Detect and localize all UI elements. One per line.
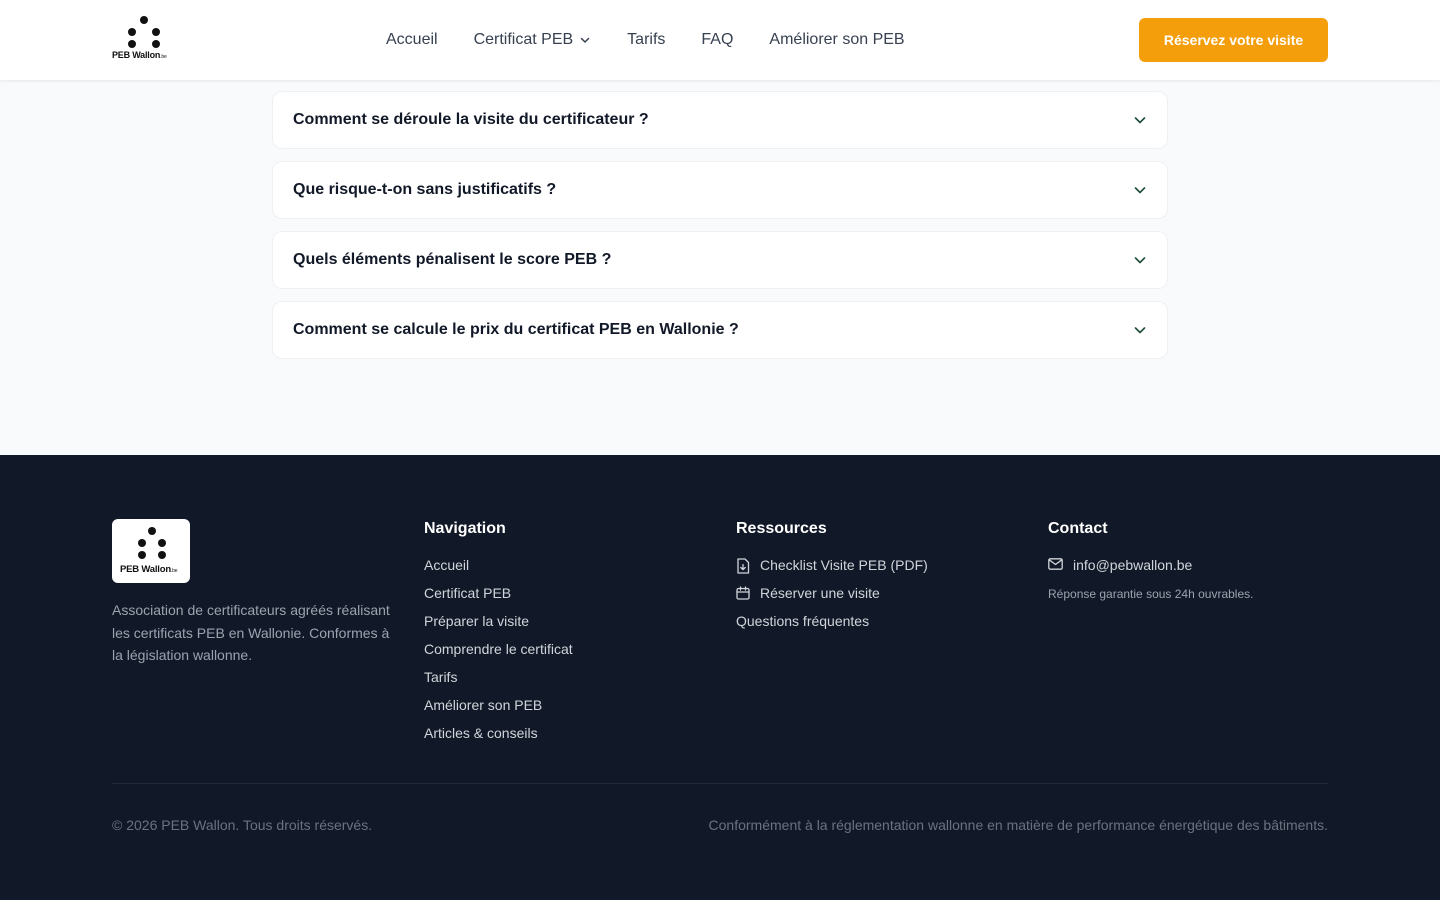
footer-contact: Contact info@pebwallon.be Réponse garant… [1048,519,1253,601]
nav-item-ameliorer-peb[interactable]: Améliorer son PEB [769,31,904,49]
footer-link-faq[interactable]: Questions fréquentes [736,611,928,639]
footer-link[interactable]: Accueil [424,555,573,583]
nav-item-faq[interactable]: FAQ [701,31,733,49]
footer-navigation: Navigation Accueil Certificat PEB Prépar… [424,519,573,751]
chevron-down-icon [1134,327,1146,334]
footer-legal: Conformément à la réglementation wallonn… [708,817,1328,833]
chevron-down-icon [1134,257,1146,264]
main-nav: Accueil Certificat PEB Tarifs FAQ Amélio… [386,0,941,80]
footer-link-label: Réserver une visite [760,585,880,601]
footer-divider [112,783,1328,784]
calendar-icon [736,586,750,600]
footer-link[interactable]: Certificat PEB [424,583,573,611]
footer-email-link[interactable]: info@pebwallon.be [1048,555,1253,583]
footer-about: Association de certificateurs agréés réa… [112,602,390,663]
footer-copyright: © 2026 PEB Wallon. Tous droits réservés. [112,817,373,833]
faq-item[interactable]: Comment se calcule le prix du certificat… [272,301,1168,359]
nav-item-tarifs[interactable]: Tarifs [627,31,665,49]
logo-dots-icon [136,527,168,559]
footer-heading: Contact [1048,520,1108,537]
chevron-down-icon [1134,117,1146,124]
faq-question: Comment se calcule le prix du certificat… [293,321,739,338]
footer-heading: Ressources [736,520,827,537]
nav-item-certificat-peb[interactable]: Certificat PEB [474,31,592,49]
footer-link-checklist[interactable]: Checklist Visite PEB (PDF) [736,555,928,583]
footer-link[interactable]: Tarifs [424,667,573,695]
faq-item[interactable]: Comment se déroule la visite du certific… [272,91,1168,149]
mail-icon [1048,558,1063,570]
nav-label: Tarifs [627,31,666,48]
site-header: PEB Wallon.be Accueil Certificat PEB Tar… [0,0,1440,80]
footer-link-book-visit[interactable]: Réserver une visite [736,583,928,611]
logo-wordmark: PEB Wallon.be [112,50,167,60]
nav-item-accueil[interactable]: Accueil [386,31,438,49]
chevron-down-icon [1134,187,1146,194]
footer-link[interactable]: Améliorer son PEB [424,695,573,723]
logo-dots-icon [124,14,164,50]
file-download-icon [737,558,750,574]
faq-item[interactable]: Quels éléments pénalisent le score PEB ? [272,231,1168,289]
faq-question: Que risque-t-on sans justificatifs ? [293,181,557,198]
nav-label: Accueil [386,31,438,48]
book-visit-button[interactable]: Réservez votre visite [1139,18,1328,62]
footer-resources: Ressources Checklist Visite PEB (PDF) Ré… [736,519,928,639]
footer-link[interactable]: Articles & conseils [424,723,573,751]
footer-link[interactable]: Comprendre le certificat [424,639,573,667]
nav-label: FAQ [701,31,734,48]
footer-contact-note: Réponse garantie sous 24h ouvrables. [1048,587,1254,601]
footer-email: info@pebwallon.be [1073,557,1193,573]
footer-logo[interactable]: PEB Wallon.be [112,519,190,583]
nav-label: Améliorer son PEB [769,31,905,48]
faq-question: Quels éléments pénalisent le score PEB ? [293,251,612,268]
footer-heading: Navigation [424,520,506,537]
chevron-down-icon [580,37,590,43]
faq-item[interactable]: Que risque-t-on sans justificatifs ? [272,161,1168,219]
site-logo[interactable]: PEB Wallon.be [112,14,176,66]
faq-accordion: Comment se déroule la visite du certific… [272,91,1168,371]
faq-question: Comment se déroule la visite du certific… [293,111,649,128]
footer-link-label: Checklist Visite PEB (PDF) [760,557,928,573]
site-footer: PEB Wallon.be Association de certificate… [0,455,1440,900]
nav-label: Certificat PEB [473,31,574,48]
logo-wordmark: PEB Wallon.be [120,564,178,575]
footer-link[interactable]: Préparer la visite [424,611,573,639]
